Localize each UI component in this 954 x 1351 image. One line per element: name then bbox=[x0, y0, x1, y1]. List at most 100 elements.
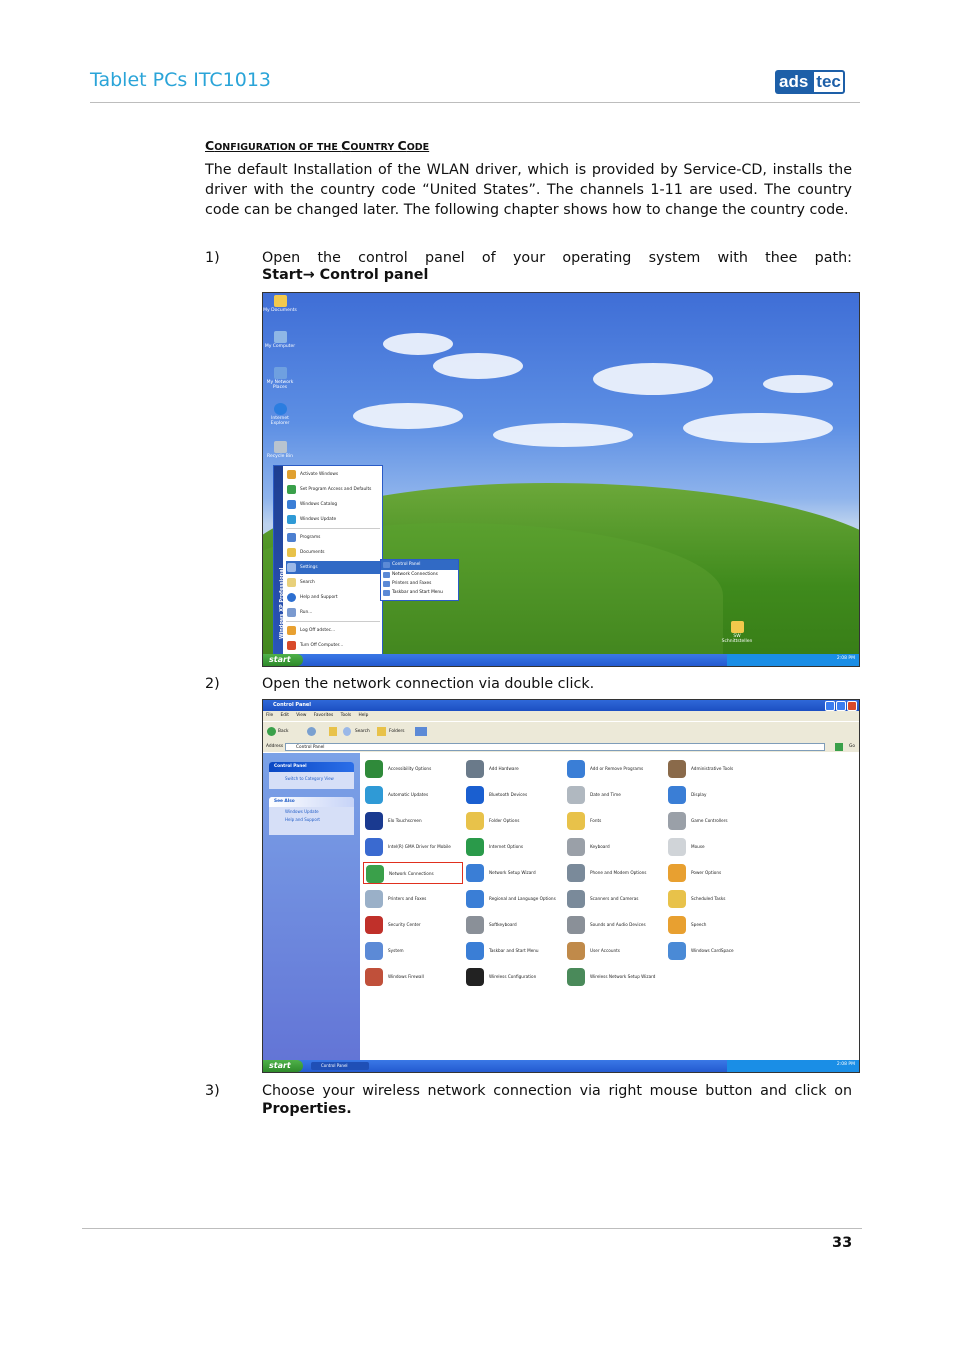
cp-start-button[interactable]: start bbox=[263, 1060, 303, 1072]
cp-item-scanners-cameras[interactable]: Scanners and Cameras bbox=[565, 888, 665, 910]
search-button[interactable]: Search bbox=[355, 729, 370, 734]
cp-item-speech[interactable]: Speech bbox=[666, 914, 766, 936]
cp-item-accessibility[interactable]: Accessibility Options bbox=[363, 758, 463, 780]
minimize-button[interactable] bbox=[825, 701, 835, 711]
start-menu-run[interactable]: Run... bbox=[286, 606, 380, 619]
cp-item-bluetooth-devices[interactable]: Bluetooth Devices bbox=[464, 784, 564, 806]
start-menu-log-off[interactable]: Log Off adstec... bbox=[286, 624, 380, 637]
cp-item-intel-gma-driver[interactable]: Intel(R) GMA Driver for Mobile bbox=[363, 836, 463, 858]
windows-update-link[interactable]: Windows Update bbox=[269, 807, 354, 816]
cp-item-power-options[interactable]: Power Options bbox=[666, 862, 766, 884]
system-icon bbox=[365, 942, 383, 960]
game-controllers-icon bbox=[668, 812, 686, 830]
desktop-icon-my-computer[interactable]: My Computer bbox=[263, 331, 297, 349]
desktop-icon-my-documents[interactable]: My Documents bbox=[263, 295, 297, 313]
submenu-control-panel[interactable]: Control Panel bbox=[381, 560, 458, 570]
start-menu-set-program-access[interactable]: Set Program Access and Defaults bbox=[286, 483, 380, 496]
cp-item-printers-faxes[interactable]: Printers and Faxes bbox=[363, 888, 463, 910]
step-number: 1) bbox=[205, 250, 220, 266]
cp-item-fonts[interactable]: Fonts bbox=[565, 810, 665, 832]
close-button[interactable] bbox=[847, 701, 857, 711]
cp-item-network-setup-wizard[interactable]: Network Setup Wizard bbox=[464, 862, 564, 884]
start-menu-settings[interactable]: Settings bbox=[286, 561, 380, 574]
step-3-number: 3) bbox=[205, 1083, 220, 1099]
cp-menu-bar[interactable]: File Edit View Favorites Tools Help bbox=[263, 711, 859, 721]
cp-item-label: Scanners and Cameras bbox=[590, 896, 639, 901]
cp-item-taskbar-start-menu[interactable]: Taskbar and Start Menu bbox=[464, 940, 564, 962]
desktop-icon-internet-explorer[interactable]: Internet Explorer bbox=[263, 403, 297, 426]
views-icon[interactable] bbox=[415, 727, 427, 736]
cp-title-bar: Control Panel bbox=[263, 700, 859, 711]
taskbar: start 2:08 PM bbox=[263, 654, 859, 666]
submenu-taskbar-start-menu[interactable]: Taskbar and Start Menu bbox=[381, 588, 458, 598]
add-remove-programs-icon bbox=[567, 760, 585, 778]
start-menu-documents[interactable]: Documents bbox=[286, 546, 380, 559]
cp-item-phone-modem-options[interactable]: Phone and Modem Options bbox=[565, 862, 665, 884]
cp-item-label: Speech bbox=[691, 922, 707, 927]
address-input[interactable]: Control Panel bbox=[285, 743, 825, 751]
taskbar-window-button[interactable]: Control Panel bbox=[311, 1062, 369, 1070]
cp-item-sounds-audio-devices[interactable]: Sounds and Audio Devices bbox=[565, 914, 665, 936]
cp-item-keyboard[interactable]: Keyboard bbox=[565, 836, 665, 858]
search-icon[interactable] bbox=[343, 727, 351, 736]
cp-item-add-remove-programs[interactable]: Add or Remove Programs bbox=[565, 758, 665, 780]
start-menu-help-and-support[interactable]: Help and Support bbox=[286, 591, 380, 604]
cp-item-automatic-updates[interactable]: Automatic Updates bbox=[363, 784, 463, 806]
cp-item-label: Wireless Configuration bbox=[489, 974, 537, 979]
cp-item-security-center[interactable]: Security Center bbox=[363, 914, 463, 936]
intel-gma-driver-icon bbox=[365, 838, 383, 856]
cp-item-system[interactable]: System bbox=[363, 940, 463, 962]
cp-item-game-controllers[interactable]: Game Controllers bbox=[666, 810, 766, 832]
cp-item-add-hardware[interactable]: Add Hardware bbox=[464, 758, 564, 780]
desktop-icon-folder[interactable]: SW Schnittstellen bbox=[719, 621, 755, 644]
cp-item-elo-touchscreen[interactable]: Elo Touchscreen bbox=[363, 810, 463, 832]
go-icon[interactable] bbox=[835, 743, 843, 751]
cp-item-mouse[interactable]: Mouse bbox=[666, 836, 766, 858]
softkeyboard-icon bbox=[466, 916, 484, 934]
help-support-link[interactable]: Help and Support bbox=[269, 816, 354, 824]
desktop-icon-network-places[interactable]: My Network Places bbox=[263, 367, 297, 390]
switch-category-view-link[interactable]: Switch to Category View bbox=[269, 772, 354, 783]
cp-item-user-accounts[interactable]: User Accounts bbox=[565, 940, 665, 962]
speech-icon bbox=[668, 916, 686, 934]
cp-item-administrative-tools[interactable]: Administrative Tools bbox=[666, 758, 766, 780]
folders-button[interactable]: Folders bbox=[389, 729, 405, 734]
cp-item-label: Folder Options bbox=[489, 818, 520, 823]
step-3-bold: Properties. bbox=[262, 1101, 352, 1117]
back-icon[interactable] bbox=[267, 727, 276, 736]
cp-item-windows-cardspace[interactable]: Windows CardSpace bbox=[666, 940, 766, 962]
desktop-icon-recycle-bin[interactable]: Recycle Bin bbox=[263, 441, 297, 459]
settings-submenu: Control Panel Network Connections Printe… bbox=[380, 559, 459, 601]
start-menu-turn-off[interactable]: Turn Off Computer... bbox=[286, 639, 380, 652]
cp-item-softkeyboard[interactable]: Softkeyboard bbox=[464, 914, 564, 936]
start-menu-activate-windows[interactable]: Activate Windows bbox=[286, 468, 380, 481]
cp-item-label: Security Center bbox=[388, 922, 421, 927]
cp-item-network-connections[interactable]: Network Connections bbox=[363, 862, 463, 884]
up-folder-icon[interactable] bbox=[329, 727, 337, 736]
cp-address-bar: Address Control Panel Go bbox=[263, 742, 859, 752]
start-menu-programs[interactable]: Programs bbox=[286, 531, 380, 544]
cp-item-label: Date and Time bbox=[590, 792, 621, 797]
cp-item-wireless-network-setup-wizard[interactable]: Wireless Network Setup Wizard bbox=[565, 966, 665, 988]
start-button[interactable]: start bbox=[263, 654, 303, 666]
intro-paragraph: The default Installation of the WLAN dri… bbox=[205, 162, 852, 218]
forward-icon[interactable] bbox=[307, 727, 316, 736]
start-menu-search[interactable]: Search bbox=[286, 576, 380, 589]
maximize-button[interactable] bbox=[836, 701, 846, 711]
start-menu-windows-catalog[interactable]: Windows Catalog bbox=[286, 498, 380, 511]
go-button[interactable]: Go bbox=[849, 742, 855, 752]
cp-item-regional-language-options[interactable]: Regional and Language Options bbox=[464, 888, 564, 910]
cp-item-scheduled-tasks[interactable]: Scheduled Tasks bbox=[666, 888, 766, 910]
cp-item-wireless-configuration[interactable]: Wireless Configuration bbox=[464, 966, 564, 988]
cp-item-internet-options[interactable]: Internet Options bbox=[464, 836, 564, 858]
cp-item-windows-firewall[interactable]: Windows Firewall bbox=[363, 966, 463, 988]
step-2-number: 2) bbox=[205, 676, 220, 692]
start-menu-windows-update[interactable]: Windows Update bbox=[286, 513, 380, 526]
cp-item-folder-options[interactable]: Folder Options bbox=[464, 810, 564, 832]
cp-item-date-time[interactable]: Date and Time bbox=[565, 784, 665, 806]
cp-item-label: System bbox=[388, 948, 404, 953]
cp-see-also-box: See Also Windows Update Help and Support bbox=[269, 797, 354, 835]
cp-item-display[interactable]: Display bbox=[666, 784, 766, 806]
cp-toolbar: Back Search Folders bbox=[263, 721, 859, 743]
folders-icon[interactable] bbox=[377, 727, 386, 736]
